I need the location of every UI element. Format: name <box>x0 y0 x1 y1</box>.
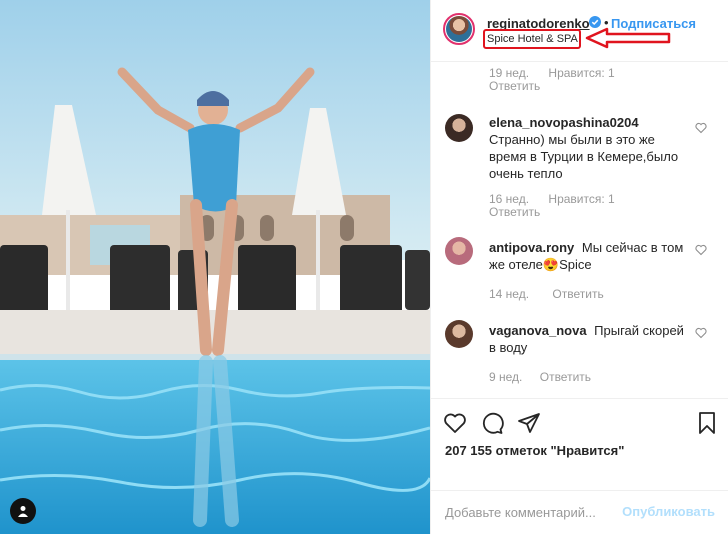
reply-button[interactable]: Ответить <box>552 287 603 301</box>
commenter-username[interactable]: vaganova_nova <box>489 323 587 338</box>
red-arrow-annotation <box>585 27 671 49</box>
share-icon[interactable] <box>517 411 541 435</box>
comment-likes[interactable]: Нравится: 1 <box>548 192 614 206</box>
comment-text: antipova.rony Мы сейчас в том же отеле😍S… <box>489 239 689 273</box>
comment-meta: 9 нед. Ответить <box>489 370 591 384</box>
tagged-users-button[interactable] <box>10 498 36 524</box>
post-side-panel: reginatodorenko • Подписаться Spice Hote… <box>430 0 728 534</box>
commenter-username[interactable]: antipova.rony <box>489 240 574 255</box>
post-actions: 207 155 отметок "Нравится" <box>431 398 728 458</box>
comment-body: Странно) мы были в это же время в Турции… <box>489 132 679 181</box>
bookmark-icon[interactable] <box>695 411 719 435</box>
location-highlight-box <box>483 29 581 49</box>
comment-like-heart-icon[interactable] <box>695 244 707 256</box>
comment-like-heart-icon[interactable] <box>695 327 707 339</box>
likes-count[interactable]: 207 155 отметок "Нравится" <box>445 443 624 458</box>
comment-meta: 19 нед. Нравится: 1 <box>489 66 615 80</box>
comment-text: vaganova_nova Прыгай скорей в воду <box>489 322 689 356</box>
commenter-avatar[interactable] <box>445 320 473 348</box>
comment-like-heart-icon[interactable] <box>695 122 707 134</box>
commenter-avatar[interactable] <box>445 237 473 265</box>
comment-age[interactable]: 16 нед. <box>489 192 529 206</box>
person-icon <box>18 506 28 517</box>
comment-age[interactable]: 14 нед. <box>489 287 529 301</box>
post-header: reginatodorenko • Подписаться Spice Hote… <box>431 0 728 62</box>
comments-list[interactable]: 19 нед. Нравится: 1 Ответить elena_novop… <box>431 62 728 398</box>
comment-meta: 14 нед. Ответить <box>489 287 604 301</box>
add-comment-bar: Опубликовать <box>431 490 728 534</box>
author-avatar[interactable] <box>443 13 475 45</box>
pool-scene-image <box>0 0 430 534</box>
comment-icon[interactable] <box>480 411 504 435</box>
reply-label[interactable]: Ответить <box>489 205 540 219</box>
comment-likes[interactable]: Нравится: 1 <box>548 66 614 80</box>
comment-age[interactable]: 9 нед. <box>489 370 522 384</box>
reply-button[interactable]: Ответить <box>489 79 540 93</box>
heart-icon[interactable] <box>443 411 467 435</box>
comment-text: elena_novopashina0204 Странно) мы были в… <box>489 114 689 182</box>
post-photo[interactable] <box>0 0 430 534</box>
comment-meta: 16 нед. Нравится: 1 <box>489 192 615 206</box>
publish-button[interactable]: Опубликовать <box>622 504 715 519</box>
comment-age[interactable]: 19 нед. <box>489 66 529 80</box>
commenter-avatar[interactable] <box>445 114 473 142</box>
reply-button[interactable]: Ответить <box>540 370 591 384</box>
reply-label[interactable]: Ответить <box>489 79 540 93</box>
commenter-username[interactable]: elena_novopashina0204 <box>489 115 639 130</box>
reply-button[interactable]: Ответить <box>489 205 540 219</box>
